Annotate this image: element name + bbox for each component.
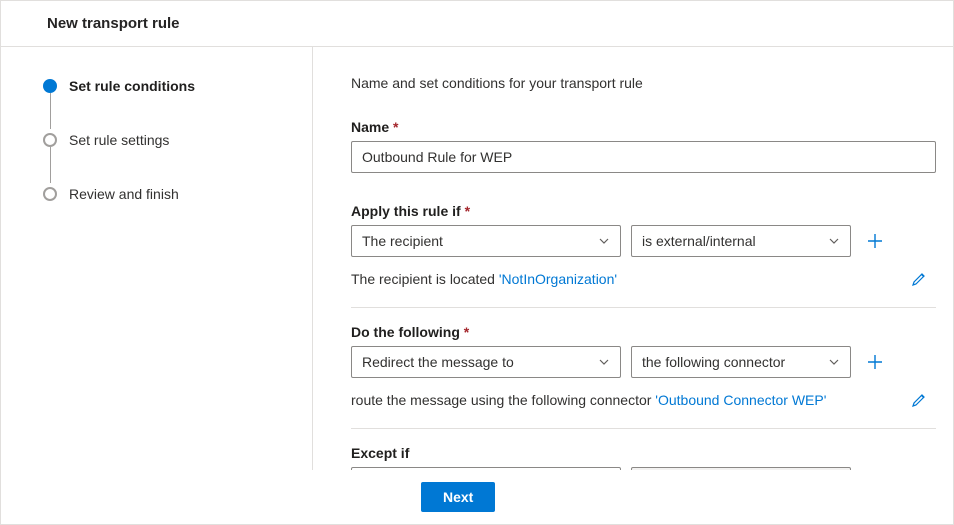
dialog-header: New transport rule: [1, 1, 953, 47]
next-button[interactable]: Next: [421, 482, 495, 512]
step-nav: Set rule conditions Set rule settings Re…: [1, 47, 313, 470]
chevron-down-icon: [598, 235, 610, 247]
step-indicator-icon: [43, 79, 57, 93]
page-intro: Name and set conditions for your transpo…: [351, 75, 935, 91]
select-value: The recipient: [362, 233, 443, 249]
except-label: Except if: [351, 445, 935, 461]
chevron-down-icon: [828, 235, 840, 247]
step-connector: [50, 93, 51, 129]
do-summary: route the message using the following co…: [351, 392, 826, 408]
step-connector: [50, 147, 51, 183]
chevron-down-icon: [828, 356, 840, 368]
apply-value-select[interactable]: is external/internal: [631, 225, 851, 257]
name-label: Name *: [351, 119, 935, 135]
do-action-select[interactable]: Redirect the message to: [351, 346, 621, 378]
step-label: Set rule conditions: [69, 78, 195, 94]
edit-action-button[interactable]: [905, 386, 933, 414]
step-review-and-finish[interactable]: Review and finish: [43, 183, 312, 205]
step-label: Review and finish: [69, 186, 179, 202]
select-value: Redirect the message to: [362, 354, 514, 370]
edit-icon: [911, 271, 927, 287]
step-indicator-icon: [43, 187, 57, 201]
section-divider: [351, 307, 936, 308]
step-set-rule-conditions[interactable]: Set rule conditions: [43, 75, 312, 97]
section-divider: [351, 428, 936, 429]
edit-icon: [911, 392, 927, 408]
do-label: Do the following *: [351, 324, 935, 340]
select-value: the following connector: [642, 354, 785, 370]
add-condition-button[interactable]: [861, 227, 889, 255]
select-value: is external/internal: [642, 233, 756, 249]
dialog-footer: Next: [1, 470, 953, 524]
edit-condition-button[interactable]: [905, 265, 933, 293]
add-action-button[interactable]: [861, 348, 889, 376]
apply-condition-select[interactable]: The recipient: [351, 225, 621, 257]
plus-icon: [866, 232, 884, 250]
step-label: Set rule settings: [69, 132, 169, 148]
do-value-select[interactable]: the following connector: [631, 346, 851, 378]
apply-summary: The recipient is located 'NotInOrganizat…: [351, 271, 617, 287]
plus-icon: [866, 353, 884, 371]
dialog-title: New transport rule: [47, 15, 953, 32]
step-set-rule-settings[interactable]: Set rule settings: [43, 129, 312, 151]
apply-label: Apply this rule if *: [351, 203, 935, 219]
do-summary-link[interactable]: 'Outbound Connector WEP': [655, 392, 826, 408]
apply-summary-link[interactable]: 'NotInOrganization': [499, 271, 617, 287]
name-input[interactable]: [351, 141, 936, 173]
step-indicator-icon: [43, 133, 57, 147]
main-panel: Name and set conditions for your transpo…: [313, 47, 953, 470]
chevron-down-icon: [598, 356, 610, 368]
